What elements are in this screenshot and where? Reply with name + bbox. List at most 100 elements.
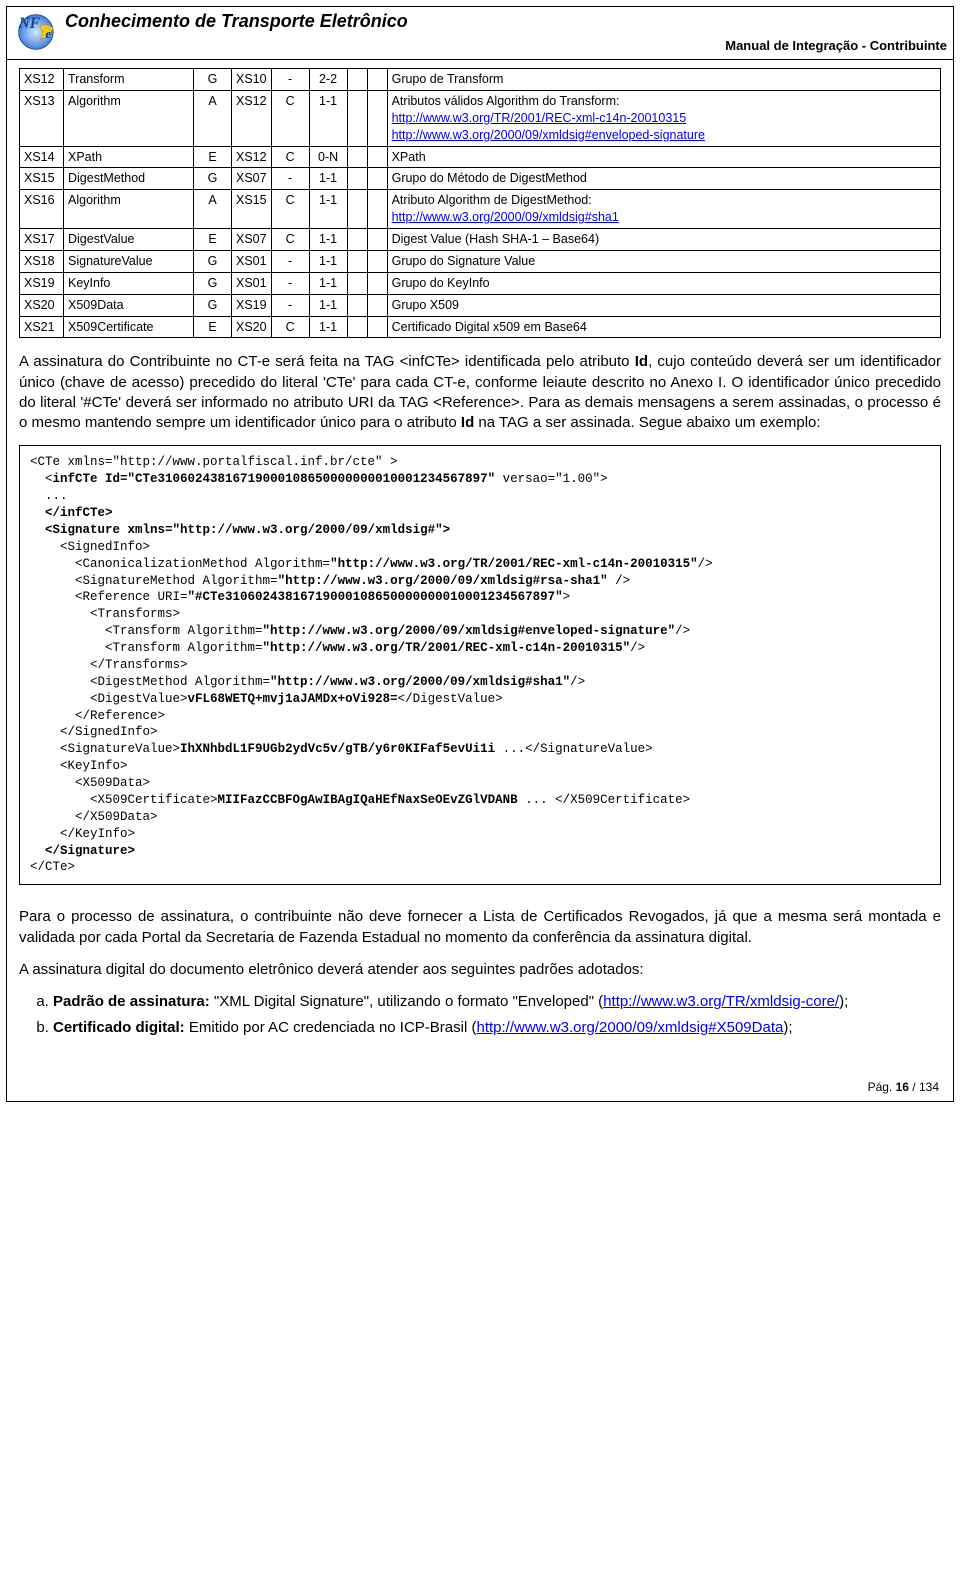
spec-table: XS12TransformGXS10-2-2Grupo de Transform… bbox=[19, 68, 941, 338]
table-cell: C bbox=[271, 316, 309, 338]
algorithm-url-link[interactable]: http://www.w3.org/TR/2001/REC-xml-c14n-2… bbox=[392, 111, 687, 125]
table-cell: 2-2 bbox=[309, 69, 347, 91]
table-cell: 1-1 bbox=[309, 190, 347, 229]
table-cell-description: Atributos válidos Algorithm do Transform… bbox=[387, 90, 940, 146]
table-cell: C bbox=[271, 190, 309, 229]
table-cell: XS12 bbox=[20, 69, 64, 91]
table-cell: G bbox=[194, 250, 232, 272]
doc-title: Conhecimento de Transporte Eletrônico bbox=[65, 9, 947, 33]
table-cell: G bbox=[194, 168, 232, 190]
table-cell-description: Atributo Algorithm de DigestMethod:http:… bbox=[387, 190, 940, 229]
table-cell bbox=[347, 190, 367, 229]
table-cell: XS21 bbox=[20, 316, 64, 338]
table-cell: X509Data bbox=[64, 294, 194, 316]
table-cell: XS15 bbox=[20, 168, 64, 190]
table-cell-description: Grupo do KeyInfo bbox=[387, 272, 940, 294]
table-cell: XPath bbox=[64, 146, 194, 168]
table-cell: XS13 bbox=[20, 90, 64, 146]
table-cell: XS20 bbox=[232, 316, 272, 338]
table-row: XS20X509DataGXS19-1-1Grupo X509 bbox=[20, 294, 941, 316]
table-row: XS15DigestMethodGXS07-1-1Grupo do Método… bbox=[20, 168, 941, 190]
table-cell: 1-1 bbox=[309, 90, 347, 146]
table-cell: 1-1 bbox=[309, 294, 347, 316]
table-row: XS13AlgorithmAXS12C1-1Atributos válidos … bbox=[20, 90, 941, 146]
svg-text:e: e bbox=[46, 27, 52, 41]
table-cell: 0-N bbox=[309, 146, 347, 168]
table-cell: A bbox=[194, 190, 232, 229]
table-cell bbox=[347, 146, 367, 168]
table-cell bbox=[347, 250, 367, 272]
table-cell: E bbox=[194, 316, 232, 338]
table-cell bbox=[347, 69, 367, 91]
table-cell: XS20 bbox=[20, 294, 64, 316]
table-cell-description: Grupo do Método de DigestMethod bbox=[387, 168, 940, 190]
table-cell: 1-1 bbox=[309, 229, 347, 251]
link-x509data[interactable]: http://www.w3.org/2000/09/xmldsig#X509Da… bbox=[476, 1019, 783, 1036]
table-cell: G bbox=[194, 294, 232, 316]
table-cell: - bbox=[271, 69, 309, 91]
table-cell bbox=[347, 168, 367, 190]
table-row: XS18SignatureValueGXS01-1-1Grupo do Sign… bbox=[20, 250, 941, 272]
table-cell: DigestValue bbox=[64, 229, 194, 251]
table-row: XS19KeyInfoGXS01-1-1Grupo do KeyInfo bbox=[20, 272, 941, 294]
table-cell: XS07 bbox=[232, 229, 272, 251]
table-cell: XS17 bbox=[20, 229, 64, 251]
table-cell bbox=[367, 146, 387, 168]
table-cell: E bbox=[194, 229, 232, 251]
table-cell bbox=[347, 272, 367, 294]
nfe-logo-icon: NF e bbox=[11, 9, 57, 55]
table-cell: XS10 bbox=[232, 69, 272, 91]
svg-text:NF: NF bbox=[18, 15, 40, 32]
algorithm-url-link[interactable]: http://www.w3.org/2000/09/xmldsig#sha1 bbox=[392, 210, 619, 224]
xml-example-code: <CTe xmlns="http://www.portalfiscal.inf.… bbox=[19, 445, 941, 885]
table-cell: 1-1 bbox=[309, 168, 347, 190]
table-cell: E bbox=[194, 146, 232, 168]
link-xmldsig-core[interactable]: http://www.w3.org/TR/xmldsig-core/ bbox=[603, 993, 839, 1010]
standards-item-signature: Padrão de assinatura: "XML Digital Signa… bbox=[53, 992, 941, 1012]
paragraph-signature-tag: A assinatura do Contribuinte no CT-e ser… bbox=[19, 352, 941, 433]
table-cell bbox=[367, 316, 387, 338]
table-cell bbox=[347, 294, 367, 316]
table-cell-description: XPath bbox=[387, 146, 940, 168]
table-cell: Algorithm bbox=[64, 190, 194, 229]
table-row: XS12TransformGXS10-2-2Grupo de Transform bbox=[20, 69, 941, 91]
table-row: XS21X509CertificateEXS20C1-1Certificado … bbox=[20, 316, 941, 338]
table-cell: XS19 bbox=[232, 294, 272, 316]
doc-subtitle: Manual de Integração - Contribuinte bbox=[65, 37, 947, 55]
table-cell: XS15 bbox=[232, 190, 272, 229]
table-cell bbox=[367, 69, 387, 91]
table-cell: XS01 bbox=[232, 272, 272, 294]
table-cell: 1-1 bbox=[309, 250, 347, 272]
table-cell: - bbox=[271, 272, 309, 294]
table-cell: 1-1 bbox=[309, 272, 347, 294]
standards-list: Padrão de assinatura: "XML Digital Signa… bbox=[53, 992, 941, 1039]
table-cell-description: Grupo X509 bbox=[387, 294, 940, 316]
table-cell: XS14 bbox=[20, 146, 64, 168]
table-cell bbox=[367, 90, 387, 146]
table-cell: Algorithm bbox=[64, 90, 194, 146]
table-cell: DigestMethod bbox=[64, 168, 194, 190]
table-cell: XS12 bbox=[232, 90, 272, 146]
paragraph-crl: Para o processo de assinatura, o contrib… bbox=[19, 907, 941, 948]
paragraph-standards-intro: A assinatura digital do documento eletrô… bbox=[19, 960, 941, 980]
page-header: NF e Conhecimento de Transporte Eletrôni… bbox=[7, 7, 953, 60]
table-row: XS17DigestValueEXS07C1-1 Digest Value (Ha… bbox=[20, 229, 941, 251]
table-cell: C bbox=[271, 229, 309, 251]
table-cell: X509Certificate bbox=[64, 316, 194, 338]
table-cell-description: Digest Value (Hash SHA-1 – Base64) bbox=[387, 229, 940, 251]
table-cell bbox=[367, 190, 387, 229]
table-cell-description: Certificado Digital x509 em Base64 bbox=[387, 316, 940, 338]
table-cell: XS12 bbox=[232, 146, 272, 168]
table-row: XS16AlgorithmAXS15C1-1Atributo Algorithm… bbox=[20, 190, 941, 229]
table-cell-description: Grupo de Transform bbox=[387, 69, 940, 91]
page-footer: Pág. 16 / 134 bbox=[7, 1075, 953, 1101]
standards-item-cert: Certificado digital: Emitido por AC cred… bbox=[53, 1018, 941, 1038]
table-cell bbox=[347, 90, 367, 146]
table-cell: G bbox=[194, 69, 232, 91]
algorithm-url-link[interactable]: http://www.w3.org/2000/09/xmldsig#envelo… bbox=[392, 128, 705, 142]
table-cell bbox=[367, 229, 387, 251]
table-cell: - bbox=[271, 168, 309, 190]
table-cell bbox=[367, 168, 387, 190]
table-cell: - bbox=[271, 250, 309, 272]
table-cell bbox=[367, 294, 387, 316]
